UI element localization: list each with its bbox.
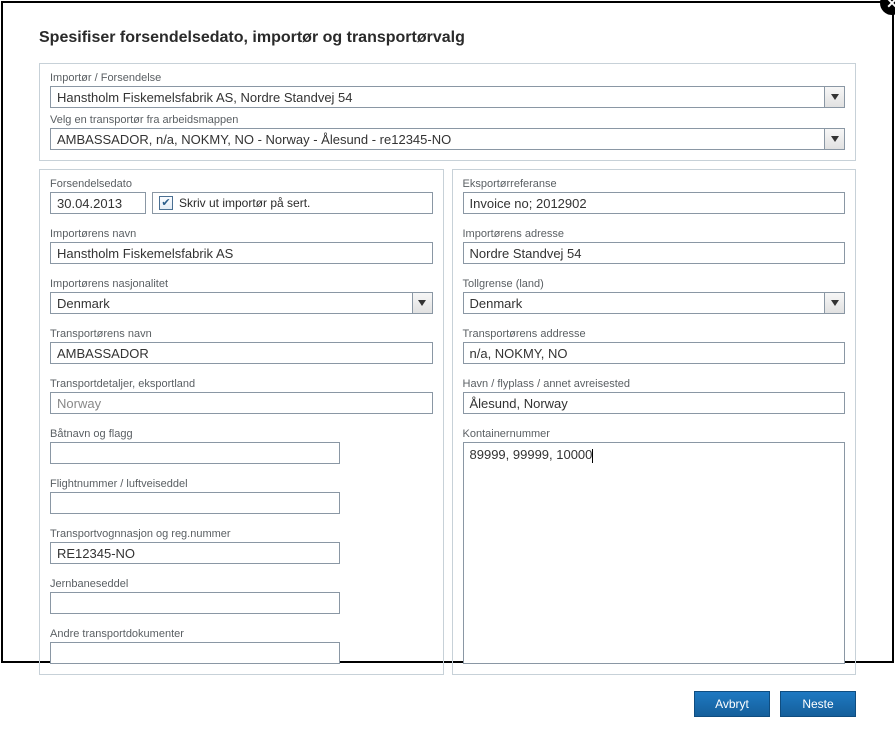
transporter-name-input[interactable]: AMBASSADOR [50,342,433,364]
customs-border-select[interactable]: Denmark [463,292,846,314]
transporter-address-input[interactable]: n/a, NOKMY, NO [463,342,846,364]
print-importer-option[interactable]: ✔ Skriv ut importør på sert. [152,192,433,214]
importer-nationality-select[interactable]: Denmark [50,292,433,314]
left-column: Forsendelsedato 30.04.2013 ✔ Skriv ut im… [39,169,444,675]
boat-name-flag-input[interactable] [50,442,340,464]
railway-bill-label: Jernbaneseddel [50,578,433,590]
customs-border-value: Denmark [470,296,523,311]
next-button[interactable]: Neste [780,691,856,717]
print-importer-label: Skriv ut importør på sert. [179,196,310,210]
transporter-select[interactable]: AMBASSADOR, n/a, NOKMY, NO - Norway - Ål… [50,128,845,150]
other-docs-input[interactable] [50,642,340,664]
chevron-down-icon [412,293,432,313]
vehicle-reg-label: Transportvognnasjon og reg.nummer [50,528,433,540]
other-docs-label: Andre transportdokumenter [50,628,433,640]
chevron-down-icon [824,293,844,313]
exporter-reference-input[interactable]: Invoice no; 2012902 [463,192,846,214]
importer-name-label: Importørens navn [50,228,433,240]
customs-border-label: Tollgrense (land) [463,278,846,290]
importer-shipment-label: Importør / Forsendelse [50,72,845,84]
transporter-select-value: AMBASSADOR, n/a, NOKMY, NO - Norway - Ål… [57,132,451,147]
modal-dialog: ✕ Spesifiser forsendelsedato, importør o… [1,1,894,663]
flight-number-label: Flightnummer / luftveiseddel [50,478,433,490]
print-importer-checkbox[interactable]: ✔ [159,196,173,210]
port-input[interactable]: Ålesund, Norway [463,392,846,414]
shipment-date-label: Forsendelsedato [50,178,433,190]
importer-nationality-label: Importørens nasjonalitet [50,278,433,290]
boat-name-flag-label: Båtnavn og flagg [50,428,433,440]
transport-details-input[interactable]: Norway [50,392,433,414]
port-label: Havn / flyplass / annet avreisested [463,378,846,390]
importer-address-label: Importørens adresse [463,228,846,240]
dialog-footer: Avbryt Neste [39,691,856,717]
importer-shipment-select[interactable]: Hanstholm Fiskemelsfabrik AS, Nordre Sta… [50,86,845,108]
transport-details-label: Transportdetaljer, eksportland [50,378,433,390]
importer-name-input[interactable]: Hanstholm Fiskemelsfabrik AS [50,242,433,264]
transporter-name-label: Transportørens navn [50,328,433,340]
importer-nationality-value: Denmark [57,296,110,311]
page-title: Spesifiser forsendelsedato, importør og … [39,29,856,47]
container-number-label: Kontainernummer [463,428,846,440]
right-column: Eksportørreferanse Invoice no; 2012902 I… [452,169,857,675]
cancel-button[interactable]: Avbryt [694,691,770,717]
importer-shipment-value: Hanstholm Fiskemelsfabrik AS, Nordre Sta… [57,90,353,105]
container-number-textarea[interactable]: 89999, 99999, 10000 [463,442,846,664]
vehicle-reg-input[interactable]: RE12345-NO [50,542,340,564]
railway-bill-input[interactable] [50,592,340,614]
transporter-address-label: Transportørens addresse [463,328,846,340]
top-section: Importør / Forsendelse Hanstholm Fiskeme… [39,63,856,161]
chevron-down-icon [824,87,844,107]
transporter-select-label: Velg en transportør fra arbeidsmappen [50,114,845,126]
chevron-down-icon [824,129,844,149]
shipment-date-input[interactable]: 30.04.2013 [50,192,146,214]
importer-address-input[interactable]: Nordre Standvej 54 [463,242,846,264]
exporter-reference-label: Eksportørreferanse [463,178,846,190]
flight-number-input[interactable] [50,492,340,514]
